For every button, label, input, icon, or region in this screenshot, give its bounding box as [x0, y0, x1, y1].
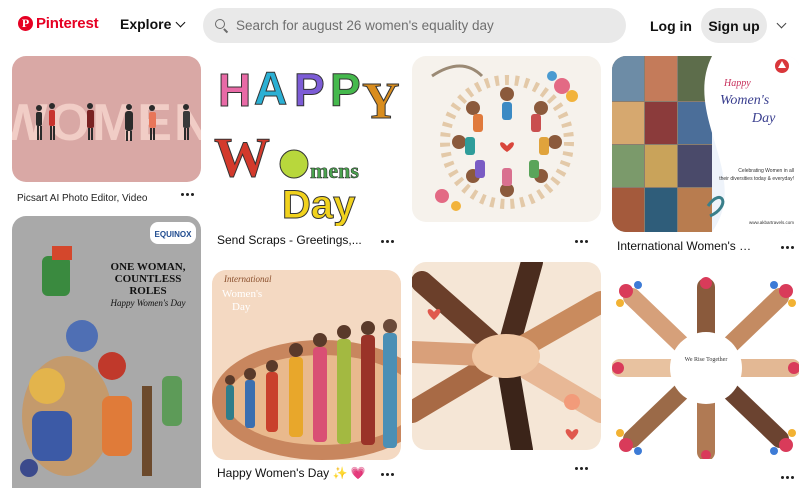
more-options-icon[interactable]	[378, 236, 396, 246]
pin-caption[interactable]: Picsart AI Photo Editor, Video	[17, 193, 177, 204]
pin-caption[interactable]: International Women's Day...	[617, 239, 759, 253]
pin-caption[interactable]: Send Scraps - Greetings,...	[217, 233, 367, 247]
explore-label: Explore	[120, 16, 172, 32]
womens-day-collage-artwork: Happy Women's Day Celebrating Women in a…	[612, 56, 799, 232]
happy-womens-day-artwork: H A P P Y W mens Day	[214, 62, 401, 227]
svg-text:www.akbartravels.com: www.akbartravels.com	[749, 220, 794, 225]
svg-text:International: International	[223, 274, 272, 284]
pin-image-happy-womens-day-glitter[interactable]: H A P P Y W mens Day	[212, 56, 401, 226]
more-options-icon[interactable]	[378, 469, 396, 479]
search-bar[interactable]	[203, 8, 626, 43]
svg-text:H: H	[218, 64, 251, 116]
pin-image-circle-of-women[interactable]	[412, 56, 601, 222]
login-button[interactable]: Log in	[640, 8, 702, 43]
more-options-icon[interactable]	[572, 236, 590, 246]
svg-text:Day: Day	[751, 111, 776, 126]
svg-text:A: A	[254, 62, 287, 114]
svg-text:Women's: Women's	[720, 93, 770, 108]
pinterest-logo[interactable]: P Pinterest	[18, 15, 99, 32]
circle-of-women-illustration	[431, 64, 578, 211]
pin-image-women-letters[interactable]: WOMEN	[12, 56, 201, 182]
roles-illustration: EQUINOX ONE WOMAN, COUNTLESS ROLES Happy…	[20, 222, 196, 477]
svg-text:Happy: Happy	[723, 78, 751, 89]
svg-text:ROLES: ROLES	[129, 285, 166, 297]
pin-image-one-woman-countless-roles[interactable]: EQUINOX ONE WOMAN, COUNTLESS ROLES Happy…	[12, 216, 201, 488]
hands-together-illustration	[412, 262, 601, 450]
svg-text:Celebrating Women in all: Celebrating Women in all	[738, 168, 794, 174]
top-header: P Pinterest Explore Log in Sign up	[0, 0, 799, 52]
svg-text:P: P	[294, 64, 325, 116]
svg-text:Day: Day	[282, 183, 356, 226]
women-evolution-illustration: International Women's Day	[212, 274, 401, 460]
signup-button[interactable]: Sign up	[701, 8, 767, 43]
explore-menu[interactable]: Explore	[120, 16, 186, 32]
search-icon	[215, 19, 228, 32]
pinterest-logo-icon: P	[18, 16, 33, 31]
more-options-icon[interactable]	[572, 463, 590, 473]
pin-caption[interactable]: Happy Women's Day ✨ 💗	[217, 466, 377, 480]
svg-text:ONE WOMAN,: ONE WOMAN,	[111, 261, 186, 273]
women-illustration: WOMEN	[12, 94, 201, 152]
svg-text:their diversities today & ever: their diversities today & everyday!	[719, 176, 794, 182]
pin-image-international-womens-day-collage[interactable]: Happy Women's Day Celebrating Women in a…	[612, 56, 799, 232]
svg-text:P: P	[330, 64, 361, 116]
equinox-badge: EQUINOX	[155, 230, 193, 239]
more-options-icon[interactable]	[778, 242, 796, 252]
more-options-icon[interactable]	[178, 189, 196, 199]
we-rise-together-artwork: We Rise Together	[612, 277, 799, 459]
svg-text:Y: Y	[362, 73, 400, 130]
more-options-chevron-icon[interactable]	[776, 18, 787, 29]
svg-text:mens: mens	[310, 158, 359, 183]
chevron-down-icon	[175, 17, 186, 27]
svg-text:COUNTLESS: COUNTLESS	[115, 273, 182, 285]
logo-text: Pinterest	[36, 15, 99, 32]
svg-text:W: W	[214, 127, 270, 189]
svg-text:We Rise Together: We Rise Together	[685, 357, 728, 363]
svg-text:Women's: Women's	[222, 288, 262, 300]
pin-image-womens-day-evolution[interactable]: International Women's Day	[212, 270, 401, 460]
pin-image-we-rise-together[interactable]: We Rise Together	[612, 277, 799, 459]
search-input[interactable]	[236, 18, 616, 33]
svg-text:Happy Women's Day: Happy Women's Day	[109, 298, 185, 308]
pin-image-hands-together[interactable]	[412, 262, 601, 450]
svg-text:Day: Day	[232, 301, 251, 313]
more-options-icon[interactable]	[778, 472, 796, 482]
